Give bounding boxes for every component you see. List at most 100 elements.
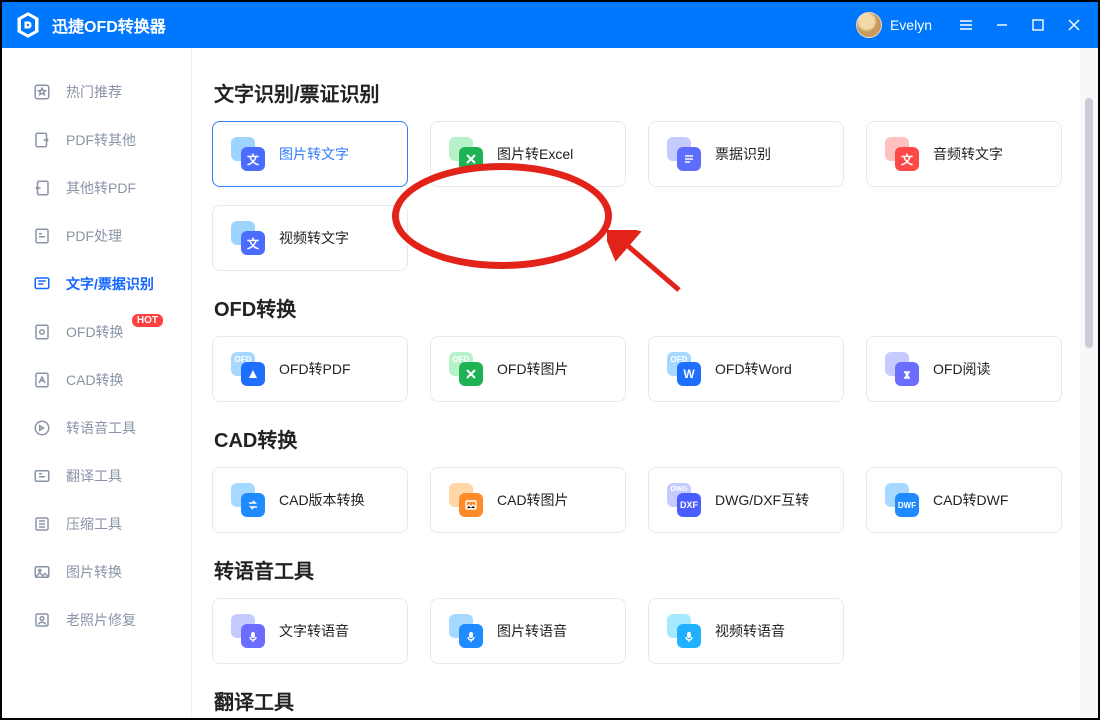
sidebar-item-tts[interactable]: 转语音工具 (2, 404, 191, 452)
card-grid: OFD OFD转PDF OFD OFD转图片 (212, 336, 1070, 402)
sidebar: 热门推荐 PDF转其他 其他转PDF PDF处理 文字/票据识别 OFD转换 (2, 48, 192, 718)
sidebar-item-label: PDF处理 (66, 226, 122, 246)
sidebar-item-label: 压缩工具 (66, 514, 122, 534)
sidebar-item-pdf-to-other[interactable]: PDF转其他 (2, 116, 191, 164)
pdf-in-icon (32, 178, 52, 198)
sidebar-item-other-to-pdf[interactable]: 其他转PDF (2, 164, 191, 212)
sidebar-item-image-convert[interactable]: 图片转换 (2, 548, 191, 596)
app-window: 迅捷OFD转换器 Evelyn 热门推荐 PDF转其他 (0, 0, 1100, 720)
section-title: OFD转换 (214, 293, 1070, 322)
image-to-excel-icon (449, 137, 483, 171)
card-audio-to-text[interactable]: 文 音频转文字 (866, 121, 1062, 187)
card-label: 视频转语音 (715, 621, 785, 641)
minimize-button[interactable] (984, 2, 1020, 48)
section-title: 转语音工具 (214, 555, 1070, 584)
card-label: 音频转文字 (933, 144, 1003, 164)
title-bar: 迅捷OFD转换器 Evelyn (2, 2, 1098, 48)
card-label: CAD转DWF (933, 490, 1008, 510)
card-label: OFD转图片 (497, 359, 569, 379)
sidebar-item-text-ocr[interactable]: 文字/票据识别 (2, 260, 191, 308)
card-ofd-reader[interactable]: OFD阅读 (866, 336, 1062, 402)
card-label: 图片转文字 (279, 144, 349, 164)
receipt-icon (667, 137, 701, 171)
ocr-icon (32, 274, 52, 294)
card-label: OFD转PDF (279, 359, 351, 379)
sidebar-item-label: CAD转换 (66, 370, 124, 390)
sidebar-item-cad[interactable]: CAD转换 (2, 356, 191, 404)
card-cad-to-dwf[interactable]: DWF CAD转DWF (866, 467, 1062, 533)
maximize-button[interactable] (1020, 2, 1056, 48)
card-ofd-to-pdf[interactable]: OFD OFD转PDF (212, 336, 408, 402)
card-label: OFD转Word (715, 359, 792, 379)
sidebar-item-label: PDF转其他 (66, 130, 136, 150)
cad-to-image-icon (449, 483, 483, 517)
sidebar-item-ofd[interactable]: OFD转换 HOT (2, 308, 191, 356)
sidebar-item-pdf-process[interactable]: PDF处理 (2, 212, 191, 260)
card-cad-version[interactable]: CAD版本转换 (212, 467, 408, 533)
sidebar-item-compress[interactable]: 压缩工具 (2, 500, 191, 548)
text-to-speech-icon (231, 614, 265, 648)
section-title: CAD转换 (214, 424, 1070, 453)
sidebar-item-label: 转语音工具 (66, 418, 136, 438)
sidebar-item-label: 热门推荐 (66, 82, 122, 102)
card-receipt-ocr[interactable]: 票据识别 (648, 121, 844, 187)
user-name[interactable]: Evelyn (890, 17, 932, 33)
dwg-dxf-icon: DWG DXF (667, 483, 701, 517)
card-image-to-excel[interactable]: 图片转Excel (430, 121, 626, 187)
pdf-out-icon (32, 130, 52, 150)
main-wrap: 文字识别/票证识别 文 图片转文字 图片转Ex (192, 48, 1098, 718)
star-icon (32, 82, 52, 102)
hot-badge: HOT (132, 314, 163, 327)
card-text-to-speech[interactable]: 文字转语音 (212, 598, 408, 664)
sidebar-item-label: 其他转PDF (66, 178, 136, 198)
card-label: 视频转文字 (279, 228, 349, 248)
sidebar-item-label: 图片转换 (66, 562, 122, 582)
compress-icon (32, 514, 52, 534)
ofd-to-pdf-icon: OFD (231, 352, 265, 386)
sidebar-item-label: 文字/票据识别 (66, 274, 154, 294)
close-button[interactable] (1056, 2, 1092, 48)
sidebar-item-hot[interactable]: 热门推荐 (2, 68, 191, 116)
audio-to-text-icon: 文 (885, 137, 919, 171)
sidebar-item-translate[interactable]: 翻译工具 (2, 452, 191, 500)
card-ofd-to-image[interactable]: OFD OFD转图片 (430, 336, 626, 402)
card-dwg-dxf[interactable]: DWG DXF DWG/DXF互转 (648, 467, 844, 533)
video-to-text-icon: 文 (231, 221, 265, 255)
card-label: 图片转语音 (497, 621, 567, 641)
sidebar-item-photo-restore[interactable]: 老照片修复 (2, 596, 191, 644)
user-avatar[interactable] (856, 12, 882, 38)
main-content: 文字识别/票证识别 文 图片转文字 图片转Ex (192, 48, 1080, 718)
app-logo-icon (14, 11, 42, 39)
cad-to-dwf-icon: DWF (885, 483, 919, 517)
video-to-speech-icon (667, 614, 701, 648)
scrollbar[interactable] (1080, 48, 1098, 718)
document-gear-icon (32, 226, 52, 246)
card-grid: 文字转语音 图片转语音 视频转语音 (212, 598, 1070, 664)
cad-version-icon (231, 483, 265, 517)
sidebar-item-label: OFD转换 (66, 322, 124, 342)
scrollbar-thumb[interactable] (1085, 98, 1093, 348)
card-image-to-text[interactable]: 文 图片转文字 (212, 121, 408, 187)
app-title: 迅捷OFD转换器 (52, 13, 166, 37)
card-image-to-speech[interactable]: 图片转语音 (430, 598, 626, 664)
app-body: 热门推荐 PDF转其他 其他转PDF PDF处理 文字/票据识别 OFD转换 (2, 48, 1098, 718)
card-label: OFD阅读 (933, 359, 991, 379)
card-label: 票据识别 (715, 144, 771, 164)
speaker-icon (32, 418, 52, 438)
card-grid: CAD版本转换 CAD转图片 DWG DXF (212, 467, 1070, 533)
cad-icon (32, 370, 52, 390)
card-label: CAD版本转换 (279, 490, 365, 510)
card-grid: 文 图片转文字 图片转Excel (212, 121, 1070, 271)
card-label: CAD转图片 (497, 490, 569, 510)
section-title: 文字识别/票证识别 (214, 78, 1070, 107)
sidebar-item-label: 老照片修复 (66, 610, 136, 630)
card-video-to-speech[interactable]: 视频转语音 (648, 598, 844, 664)
card-video-to-text[interactable]: 文 视频转文字 (212, 205, 408, 271)
card-ofd-to-word[interactable]: OFD W OFD转Word (648, 336, 844, 402)
card-cad-to-image[interactable]: CAD转图片 (430, 467, 626, 533)
photo-restore-icon (32, 610, 52, 630)
sidebar-item-label: 翻译工具 (66, 466, 122, 486)
ofd-reader-icon (885, 352, 919, 386)
hamburger-menu-button[interactable] (948, 2, 984, 48)
ofd-icon (32, 322, 52, 342)
